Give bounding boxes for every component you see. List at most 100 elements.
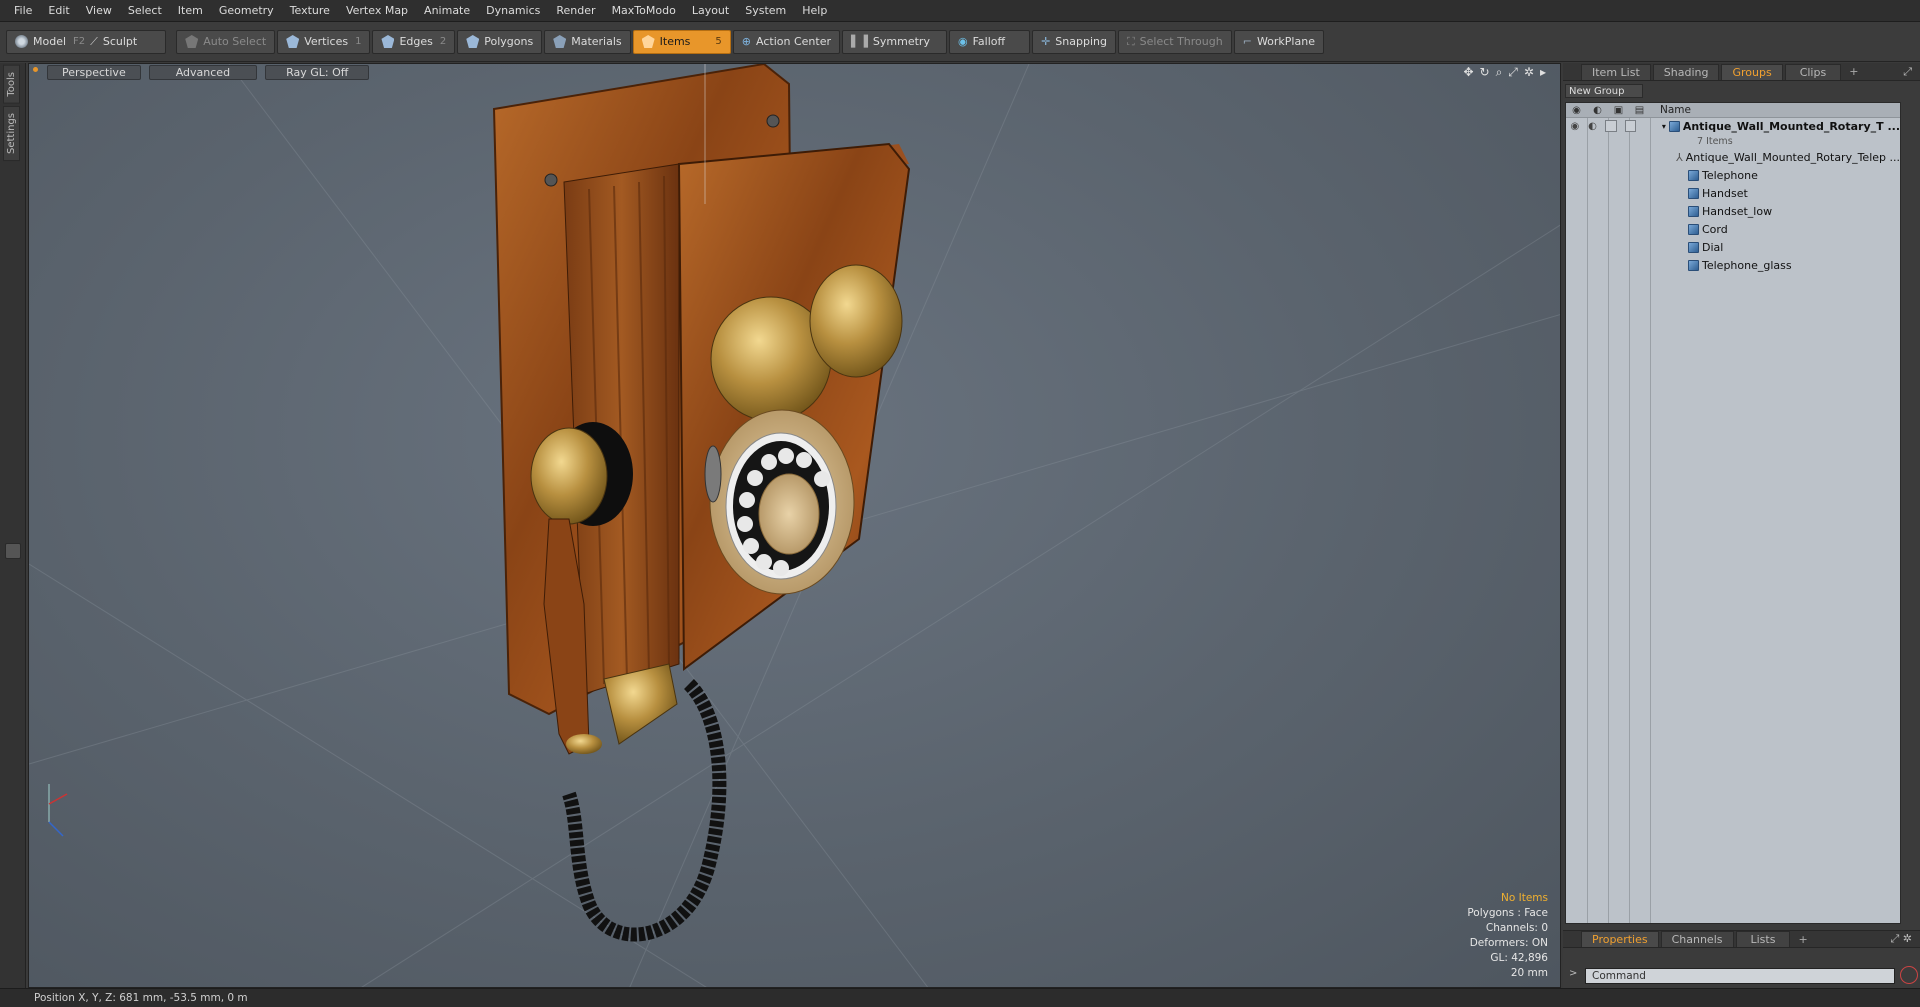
3d-viewport[interactable]: Perspective Advanced Ray GL: Off ✥ ↻ ⌕ ⤢… xyxy=(28,63,1561,988)
tab-item-list[interactable]: Item List xyxy=(1581,63,1651,80)
menu-render[interactable]: Render xyxy=(548,4,603,17)
menu-dynamics[interactable]: Dynamics xyxy=(478,4,548,17)
workplane-icon: ⌐ xyxy=(1242,35,1252,48)
select-through-button[interactable]: ⛶ Select Through xyxy=(1117,29,1232,54)
item-label: Antique_Wall_Mounted_Rotary_Telep ... xyxy=(1685,150,1900,164)
menu-animate[interactable]: Animate xyxy=(416,4,478,17)
rotate-icon[interactable]: ↻ xyxy=(1480,65,1490,80)
panel-expand-icon[interactable]: ⤢ xyxy=(1903,65,1912,79)
selection-status: No Items xyxy=(1501,892,1548,904)
snapping-label: Snapping xyxy=(1055,35,1107,48)
polygons-icon xyxy=(466,35,480,48)
items-button[interactable]: Items 5 xyxy=(632,29,731,54)
tree-item[interactable]: Telephone_glass xyxy=(1566,256,1900,274)
tree-item[interactable]: Telephone xyxy=(1566,166,1900,184)
visibility-col-icon[interactable]: ◉ xyxy=(1566,105,1587,116)
menu-layout[interactable]: Layout xyxy=(684,4,737,17)
tab-tools[interactable]: Tools xyxy=(3,65,20,104)
menu-view[interactable]: View xyxy=(78,4,120,17)
symmetry-label: Symmetry xyxy=(872,35,930,48)
view-type-dropdown[interactable]: Perspective xyxy=(47,65,141,80)
model-label: Model xyxy=(33,35,67,48)
record-icon[interactable] xyxy=(1900,966,1918,984)
expand-arrow-icon[interactable]: ▾ xyxy=(1662,122,1666,131)
zoom-icon[interactable]: ⌕ xyxy=(1496,65,1503,80)
tab-lists[interactable]: Lists xyxy=(1735,931,1791,947)
channels-stat: Channels: 0 xyxy=(1485,922,1548,934)
tab-settings[interactable]: Settings xyxy=(3,105,20,161)
tab-clips[interactable]: Clips xyxy=(1784,63,1842,80)
workplane-label: WorkPlane xyxy=(1256,35,1315,48)
tree-item[interactable]: Cord xyxy=(1566,220,1900,238)
menu-geometry[interactable]: Geometry xyxy=(211,4,282,17)
item-label: Cord xyxy=(1702,222,1728,236)
action-center-button[interactable]: ⊕ Action Center xyxy=(732,29,840,54)
falloff-button[interactable]: ◉ Falloff xyxy=(948,29,1031,54)
sidebar-toggle-button[interactable] xyxy=(5,543,21,559)
symmetry-button[interactable]: ▌▐ Symmetry xyxy=(842,29,947,54)
auto-select-label: Auto Select xyxy=(203,35,267,48)
name-column-header[interactable]: Name xyxy=(1660,104,1691,116)
lock-checkbox[interactable] xyxy=(1605,120,1617,132)
auto-select-button[interactable]: Auto Select xyxy=(176,29,276,54)
grid-scale: 20 mm xyxy=(1510,967,1548,979)
tab-channels[interactable]: Channels xyxy=(1660,931,1734,947)
lock-col-icon[interactable]: ▣ xyxy=(1608,105,1629,116)
tree-item[interactable]: Dial xyxy=(1566,238,1900,256)
expand-arrow-icon[interactable]: ▸ xyxy=(1540,65,1546,80)
command-arrow-icon: > xyxy=(1569,968,1578,979)
mesh-icon xyxy=(1688,259,1699,271)
polygons-button[interactable]: Polygons xyxy=(457,29,543,54)
command-input[interactable]: Command xyxy=(1585,968,1895,984)
new-group-button[interactable]: New Group xyxy=(1565,84,1643,98)
shading-mode-dropdown[interactable]: Advanced xyxy=(148,65,258,80)
tree-item[interactable]: Handset xyxy=(1566,184,1900,202)
menu-help[interactable]: Help xyxy=(794,4,835,17)
item-label: Telephone_glass xyxy=(1702,258,1792,272)
pan-icon[interactable]: ✥ xyxy=(1463,65,1473,80)
menu-select[interactable]: Select xyxy=(120,4,170,17)
maximize-icon[interactable]: ⤢ xyxy=(1508,65,1518,80)
axis-gizmo xyxy=(48,784,68,837)
raygl-toggle[interactable]: Ray GL: Off xyxy=(265,65,370,80)
snapping-button[interactable]: ✛ Snapping xyxy=(1032,29,1116,54)
select-through-icon: ⛶ xyxy=(1126,34,1135,48)
select-col-icon[interactable]: ▤ xyxy=(1629,105,1650,116)
menu-file[interactable]: File xyxy=(6,4,40,17)
tree-item[interactable]: ⅄ Antique_Wall_Mounted_Rotary_Telep ... xyxy=(1566,148,1900,166)
edges-button[interactable]: Edges 2 xyxy=(372,29,456,54)
menu-maxtomodo[interactable]: MaxToModo xyxy=(604,4,684,17)
viewport-menu-icon[interactable] xyxy=(33,67,38,72)
tab-groups[interactable]: Groups xyxy=(1721,63,1783,80)
menu-system[interactable]: System xyxy=(737,4,794,17)
group-row[interactable]: ◉ ◐ ▾ Antique_Wall_Mounted_Rotary_T ... xyxy=(1566,118,1900,134)
tab-properties[interactable]: Properties xyxy=(1581,931,1659,947)
mesh-icon xyxy=(1688,223,1699,235)
add-tab-icon[interactable]: + xyxy=(1792,933,1813,946)
select-checkbox[interactable] xyxy=(1624,120,1636,132)
tree-item[interactable]: Handset_low xyxy=(1566,202,1900,220)
falloff-icon: ◉ xyxy=(957,35,968,48)
main-toolbar: Model F2 ⟋ Sculpt Auto Select Vertices 1… xyxy=(0,22,1920,62)
add-tab-icon[interactable]: + xyxy=(1843,65,1864,78)
materials-button[interactable]: Materials xyxy=(544,29,631,54)
locator-icon: ⅄ xyxy=(1676,150,1683,164)
menu-edit[interactable]: Edit xyxy=(40,4,77,17)
action-center-icon: ⊕ xyxy=(741,35,752,48)
workplane-button[interactable]: ⌐ WorkPlane xyxy=(1233,29,1324,54)
menu-item[interactable]: Item xyxy=(170,4,211,17)
render-icon[interactable]: ◐ xyxy=(1584,121,1602,132)
vertices-shortcut: 1 xyxy=(355,36,362,47)
model-mode-button[interactable]: Model F2 ⟋ Sculpt xyxy=(6,29,167,54)
eye-icon[interactable]: ◉ xyxy=(1566,121,1584,132)
menu-vertex-map[interactable]: Vertex Map xyxy=(338,4,416,17)
tab-shading[interactable]: Shading xyxy=(1652,63,1720,80)
sculpt-label[interactable]: Sculpt xyxy=(103,35,137,48)
viewport-stats: No Items Polygons : Face Channels: 0 Def… xyxy=(1467,891,1548,981)
gear-icon[interactable]: ✲ xyxy=(1524,65,1534,80)
gear-icon[interactable]: ⤢ ✲ xyxy=(1890,932,1912,946)
render-col-icon[interactable]: ◐ xyxy=(1587,105,1608,116)
menu-texture[interactable]: Texture xyxy=(282,4,338,17)
vertices-button[interactable]: Vertices 1 xyxy=(277,29,371,54)
action-center-label: Action Center xyxy=(756,35,831,48)
